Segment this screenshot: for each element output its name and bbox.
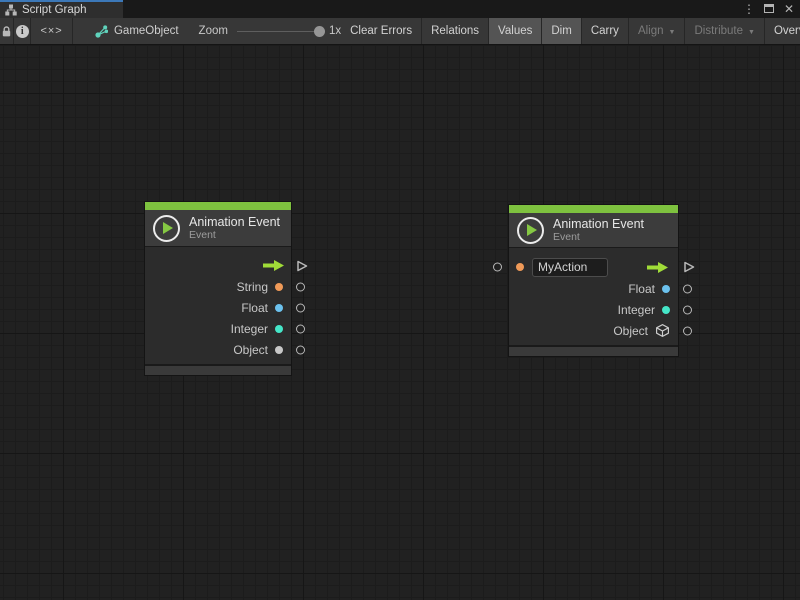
event-name-input[interactable]: MyAction	[532, 258, 608, 277]
info-button[interactable]: i	[14, 18, 31, 44]
graph-hierarchy-icon	[5, 4, 17, 16]
integer-type-icon	[662, 306, 670, 314]
script-machine-icon	[95, 25, 108, 38]
tab-label: Script Graph	[22, 4, 87, 16]
relations-toggle[interactable]: Relations	[422, 18, 489, 44]
zoom-control: Zoom 1x	[199, 18, 342, 44]
node-subtitle: Event	[189, 229, 280, 241]
output-row-string: String	[145, 276, 291, 297]
node-header[interactable]: Animation Event Event	[509, 213, 678, 248]
float-type-icon	[662, 285, 670, 293]
node-body: String Float Integer Object	[145, 247, 291, 364]
chevron-down-icon: ▼	[669, 29, 676, 36]
carry-toggle[interactable]: Carry	[582, 18, 629, 44]
tab-script-graph[interactable]: Script Graph	[0, 0, 123, 18]
output-row-float: Float	[145, 297, 291, 318]
output-row-float: Float	[509, 278, 678, 299]
maximize-icon[interactable]	[762, 0, 776, 18]
string-type-icon	[516, 263, 524, 271]
window-controls: ⋮ ✕	[742, 0, 796, 18]
lock-button[interactable]	[0, 18, 14, 44]
titlebar: Script Graph ⋮ ✕	[0, 0, 800, 18]
node-body: MyAction Float Inte	[509, 248, 678, 345]
code-view-button[interactable]: <×>	[31, 18, 73, 44]
node-title: Animation Event	[189, 215, 280, 229]
object-output-port[interactable]	[683, 326, 692, 335]
lock-icon	[1, 25, 12, 38]
integer-output-port[interactable]	[683, 305, 692, 314]
zoom-slider[interactable]	[237, 31, 323, 32]
integer-type-icon	[275, 325, 283, 333]
output-row-integer: Integer	[509, 299, 678, 320]
name-input-port[interactable]	[493, 263, 502, 272]
trigger-output-row	[145, 255, 291, 276]
dim-toggle[interactable]: Dim	[542, 18, 581, 44]
event-play-icon	[517, 217, 544, 244]
trigger-port[interactable]	[296, 259, 308, 272]
zoom-value: 1x	[329, 25, 341, 37]
object-type-icon	[275, 346, 283, 354]
cube-icon	[655, 323, 670, 338]
distribute-dropdown[interactable]: Distribute ▼	[685, 18, 765, 44]
code-icon: <×>	[40, 25, 62, 37]
string-type-icon	[275, 283, 283, 291]
trigger-port[interactable]	[683, 261, 695, 274]
node-subtitle: Event	[553, 231, 644, 243]
output-row-object: Object	[145, 339, 291, 360]
object-output-port[interactable]	[296, 345, 305, 354]
node-header[interactable]: Animation Event Event	[145, 210, 291, 247]
zoom-label: Zoom	[199, 25, 228, 37]
graph-toolbar: i <×> GameObject Zoom 1x Clear Errors Re…	[0, 18, 800, 45]
node-animation-event-left[interactable]: Animation Event Event Strin	[144, 201, 292, 376]
trigger-arrow-icon	[644, 261, 670, 274]
output-row-object: Object	[509, 320, 678, 341]
graph-owner-button[interactable]: GameObject	[87, 18, 187, 44]
node-animation-event-right[interactable]: Animation Event Event MyAction	[508, 204, 679, 357]
graph-owner-label: GameObject	[114, 25, 179, 37]
float-output-port[interactable]	[683, 284, 692, 293]
align-dropdown[interactable]: Align ▼	[629, 18, 686, 44]
output-row-integer: Integer	[145, 318, 291, 339]
node-accent-bar	[509, 205, 678, 213]
clear-errors-button[interactable]: Clear Errors	[341, 18, 422, 44]
float-output-port[interactable]	[296, 303, 305, 312]
chevron-down-icon: ▼	[748, 29, 755, 36]
integer-output-port[interactable]	[296, 324, 305, 333]
node-footer	[509, 345, 678, 356]
window-menu-icon[interactable]: ⋮	[742, 0, 756, 18]
overview-button[interactable]: Overv	[765, 18, 800, 44]
node-footer	[145, 364, 291, 375]
node-title: Animation Event	[553, 217, 644, 231]
node-accent-bar	[145, 202, 291, 210]
float-type-icon	[275, 304, 283, 312]
event-name-row: MyAction	[509, 256, 678, 278]
close-icon[interactable]: ✕	[782, 0, 796, 18]
zoom-slider-handle[interactable]	[314, 26, 325, 37]
string-output-port[interactable]	[296, 282, 305, 291]
graph-canvas[interactable]: Animation Event Event Strin	[0, 45, 800, 600]
trigger-arrow-icon	[260, 259, 286, 272]
values-toggle[interactable]: Values	[489, 18, 542, 44]
info-icon: i	[16, 25, 29, 38]
event-play-icon	[153, 215, 180, 242]
